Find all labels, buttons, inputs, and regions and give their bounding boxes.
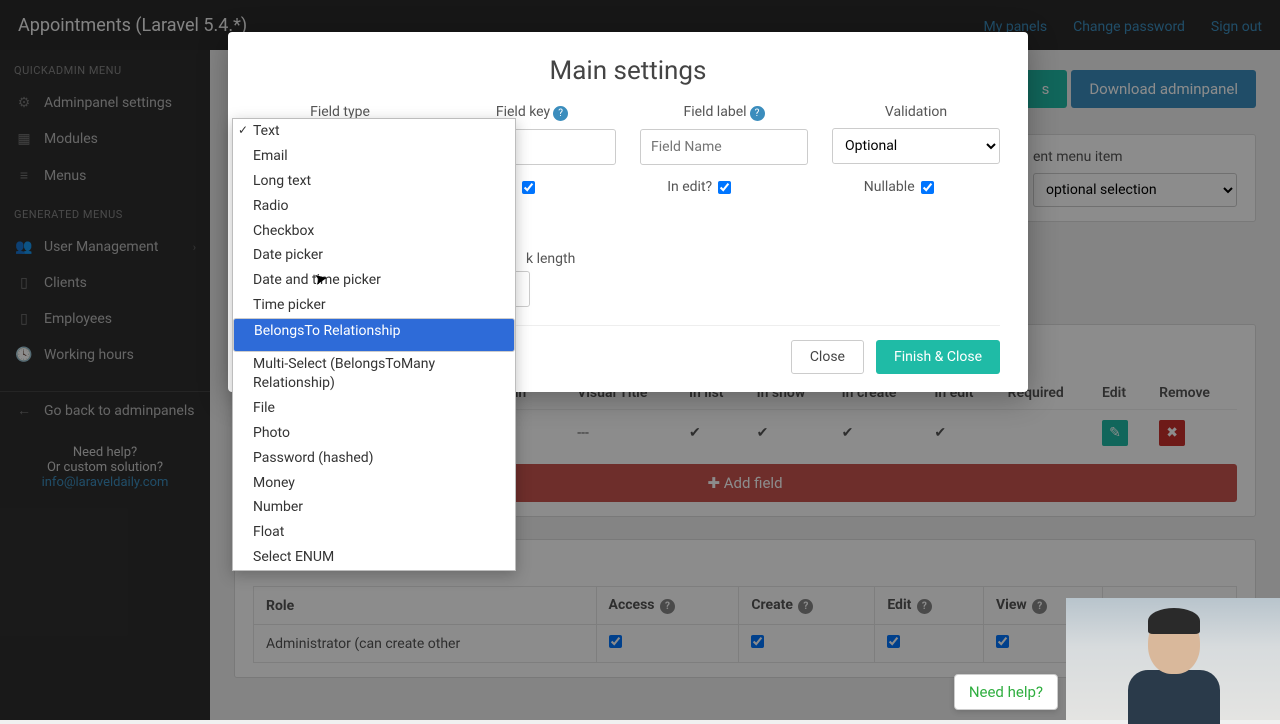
webcam-overlay <box>1066 598 1280 720</box>
dropdown-option[interactable]: Photo <box>233 421 515 446</box>
additional-label: k length <box>526 251 1000 267</box>
inedit-checkbox[interactable]: In edit? <box>667 179 731 195</box>
validation-select[interactable]: Optional <box>832 128 1000 164</box>
nullable-checkbox[interactable]: Nullable <box>864 179 934 195</box>
dropdown-option[interactable]: Long text <box>233 169 515 194</box>
fieldtype-dropdown[interactable]: TextEmailLong textRadioCheckboxDate pick… <box>232 118 516 571</box>
dropdown-option[interactable]: Select ENUM <box>233 545 515 570</box>
dropdown-option[interactable]: Float <box>233 520 515 545</box>
col-fieldlabel-label: Field label? <box>640 104 808 121</box>
dropdown-option[interactable]: Email <box>233 144 515 169</box>
modal-title: Main settings <box>256 56 1000 86</box>
dropdown-option[interactable]: File <box>233 396 515 421</box>
fieldlabel-input[interactable] <box>640 129 808 165</box>
dropdown-option[interactable]: Number <box>233 495 515 520</box>
close-button[interactable]: Close <box>791 340 864 374</box>
dropdown-option[interactable]: BelongsTo Relationship <box>233 318 515 352</box>
finish-button[interactable]: Finish & Close <box>876 340 1000 374</box>
dropdown-option[interactable]: Multi-Select (BelongsToMany Relationship… <box>233 352 515 396</box>
dropdown-option[interactable]: Password (hashed) <box>233 446 515 471</box>
dropdown-option[interactable]: Money <box>233 471 515 496</box>
dropdown-option[interactable]: Date picker <box>233 243 515 268</box>
dropdown-option[interactable]: Date and time picker <box>233 268 515 293</box>
help-bubble[interactable]: Need help? <box>954 674 1058 710</box>
dropdown-option[interactable]: Text <box>233 119 515 144</box>
dropdown-option[interactable]: Time picker <box>233 293 515 318</box>
help-icon[interactable]: ? <box>750 106 765 121</box>
col-validation-label: Validation <box>832 104 1000 120</box>
dropdown-option[interactable]: Checkbox <box>233 219 515 244</box>
dropdown-option[interactable]: Radio <box>233 194 515 219</box>
help-icon[interactable]: ? <box>553 106 568 121</box>
